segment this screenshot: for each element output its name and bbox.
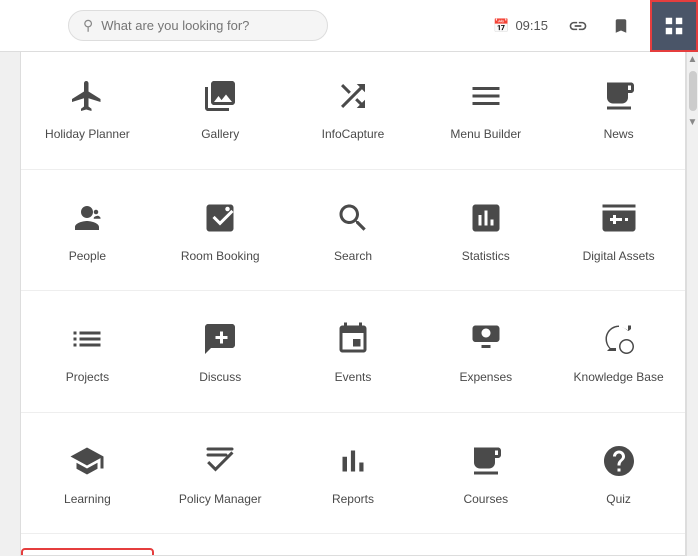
time-display: 📅 09:15 <box>493 18 548 34</box>
link-icon-button[interactable] <box>564 12 592 40</box>
menu-row-1: Holiday Planner Gallery InfoCapture Menu… <box>21 52 685 165</box>
gallery-icon <box>202 78 238 119</box>
dropdown-menu-panel: Holiday Planner Gallery InfoCapture Menu… <box>20 52 686 556</box>
menu-item-knowledge-base[interactable]: Knowledge Base <box>552 305 685 398</box>
search-input[interactable] <box>101 18 313 33</box>
menu-item-infocapture[interactable]: InfoCapture <box>287 62 420 155</box>
scroll-thumb[interactable] <box>689 71 697 111</box>
bookmark-icon <box>612 15 630 37</box>
learning-icon <box>69 443 105 484</box>
scroll-up[interactable]: ▲ <box>687 52 698 67</box>
menu-item-admin[interactable]: Admin <box>21 548 154 556</box>
header-right: 📅 09:15 <box>493 0 690 52</box>
calendar-icon: 📅 <box>493 18 509 34</box>
menu-item-courses[interactable]: Courses <box>419 427 552 520</box>
search-label: Search <box>334 249 372 265</box>
search-icon: ⚲ <box>83 17 93 34</box>
menu-item-projects[interactable]: Projects <box>21 305 154 398</box>
news-icon <box>601 78 637 119</box>
discuss-icon <box>202 321 238 362</box>
menu-row-3: Projects Discuss Events Expenses Knowled… <box>21 295 685 408</box>
room-booking-icon <box>202 200 238 241</box>
reports-icon <box>335 443 371 484</box>
menu-item-org-chart[interactable]: Org Chart <box>154 548 287 556</box>
menu-item-menu-builder[interactable]: Menu Builder <box>419 62 552 155</box>
quiz-icon <box>601 443 637 484</box>
header: ⚲ 📅 09:15 <box>0 0 698 52</box>
menu-item-news[interactable]: News <box>552 62 685 155</box>
menu-item-reports[interactable]: Reports <box>287 427 420 520</box>
menu-item-quiz[interactable]: Quiz <box>552 427 685 520</box>
menu-item-gallery[interactable]: Gallery <box>154 62 287 155</box>
scrollbar: ▲ ▼ <box>686 52 698 556</box>
expenses-label: Expenses <box>459 370 512 386</box>
grid-icon <box>663 15 685 37</box>
plane-icon <box>69 78 105 119</box>
grid-menu-button[interactable] <box>650 0 698 52</box>
people-icon <box>69 200 105 241</box>
policy-manager-label: Policy Manager <box>179 492 262 508</box>
divider-3 <box>21 412 685 413</box>
menu-item-search[interactable]: Search <box>287 184 420 277</box>
holiday-planner-label: Holiday Planner <box>45 127 130 143</box>
courses-icon <box>468 443 504 484</box>
courses-label: Courses <box>463 492 508 508</box>
people-label: People <box>69 249 106 265</box>
news-label: News <box>604 127 634 143</box>
menu-item-learning[interactable]: Learning <box>21 427 154 520</box>
divider-1 <box>21 169 685 170</box>
menu-item-policy-manager[interactable]: Policy Manager <box>154 427 287 520</box>
gallery-label: Gallery <box>201 127 239 143</box>
menu-item-statistics[interactable]: Statistics <box>419 184 552 277</box>
menu-builder-label: Menu Builder <box>450 127 521 143</box>
policy-manager-icon <box>202 443 238 484</box>
link-icon <box>568 16 588 36</box>
statistics-icon <box>468 200 504 241</box>
projects-label: Projects <box>66 370 109 386</box>
menu-row-2: People Room Booking Search Statistics Di… <box>21 174 685 287</box>
header-left: ⚲ <box>8 10 493 41</box>
knowledge-base-icon <box>601 321 637 362</box>
expenses-icon <box>468 321 504 362</box>
quiz-label: Quiz <box>606 492 631 508</box>
scroll-down[interactable]: ▼ <box>687 115 698 130</box>
menu-builder-icon <box>468 78 504 119</box>
learning-label: Learning <box>64 492 111 508</box>
events-label: Events <box>335 370 372 386</box>
knowledge-base-label: Knowledge Base <box>574 370 664 386</box>
divider-2 <box>21 290 685 291</box>
digital-assets-label: Digital Assets <box>583 249 655 265</box>
menu-item-audit-manager[interactable]: Audit Manager <box>419 548 552 556</box>
events-icon <box>335 321 371 362</box>
menu-item-events[interactable]: Events <box>287 305 420 398</box>
menu-item-discuss[interactable]: Discuss <box>154 305 287 398</box>
infocapture-label: InfoCapture <box>322 127 385 143</box>
menu-item-digital-assets[interactable]: Digital Assets <box>552 184 685 277</box>
search-large-icon <box>335 200 371 241</box>
room-booking-label: Room Booking <box>181 249 260 265</box>
menu-row-4: Learning Policy Manager Reports Courses … <box>21 417 685 530</box>
shuffle-icon <box>335 78 371 119</box>
reports-label: Reports <box>332 492 374 508</box>
digital-assets-icon <box>601 200 637 241</box>
menu-item-room-booking[interactable]: Room Booking <box>154 184 287 277</box>
search-bar-container: ⚲ <box>68 10 328 41</box>
menu-item-holiday-planner[interactable]: Holiday Planner <box>21 62 154 155</box>
statistics-label: Statistics <box>462 249 510 265</box>
menu-item-pages[interactable]: Pages <box>287 548 420 556</box>
projects-icon <box>69 321 105 362</box>
menu-row-bottom: Admin Org Chart Pages Audit Manager <box>21 538 685 556</box>
menu-item-people[interactable]: People <box>21 184 154 277</box>
menu-item-expenses[interactable]: Expenses <box>419 305 552 398</box>
discuss-label: Discuss <box>199 370 241 386</box>
bookmark-icon-button[interactable] <box>608 11 634 41</box>
divider-4 <box>21 533 685 534</box>
time-value: 09:15 <box>515 18 548 33</box>
